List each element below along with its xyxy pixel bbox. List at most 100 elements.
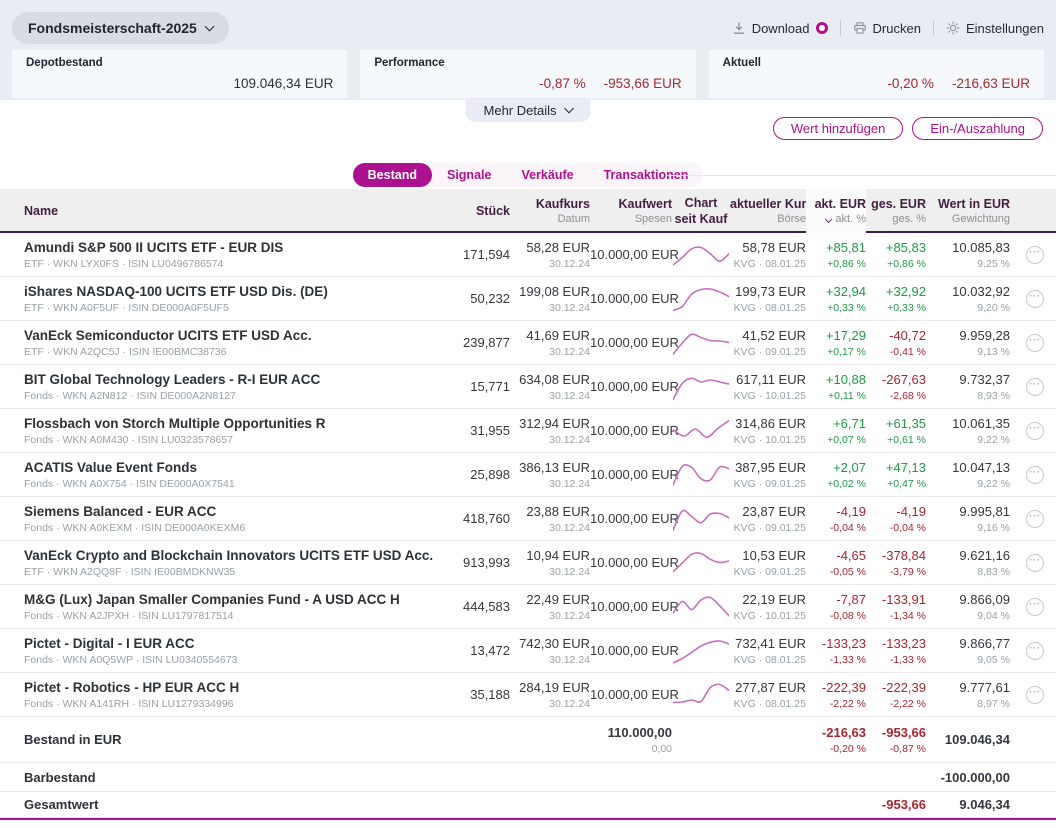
cell-ges-eur: -378,84 -3,79 % [866, 548, 926, 578]
cell-wert: 9.959,289,13 % [926, 328, 1010, 358]
column-header-kaufkurs[interactable]: KaufkursDatum [510, 197, 590, 225]
portfolio-selector[interactable]: Fondsmeisterschaft-2025 [12, 12, 229, 44]
column-header-name: Name [24, 204, 394, 218]
cell-kurs: 23,87 EURKVG · 09.01.25 [708, 504, 806, 534]
totals-row-gesamtwert: Gesamtwert -953,66 9.046,34 [0, 792, 1056, 818]
cell-ges-eur: +32,92 +0,33 % [866, 284, 926, 314]
tab-signale[interactable]: Signale [432, 163, 506, 187]
column-header-chart: Chartseit Kauf [672, 196, 730, 226]
fund-name-link[interactable]: BIT Global Technology Leaders - R-I EUR … [24, 372, 394, 387]
sort-descending-icon [825, 216, 832, 223]
cell-wert: 10.085,839,25 % [926, 240, 1010, 270]
fund-name-link[interactable]: Pictet - Robotics - HP EUR ACC H [24, 680, 394, 695]
fund-name-link[interactable]: VanEck Semiconductor UCITS ETF USD Acc. [24, 328, 394, 343]
cell-stueck: 31,955 [394, 423, 510, 438]
tab-transaktionen[interactable]: Transaktionen [589, 163, 704, 187]
tab-verkaeufe[interactable]: Verkäufe [506, 163, 588, 187]
gesamtwert-ges-eur: -953,66 [866, 797, 926, 812]
cell-akt-eur: -4,65 -0,05 % [806, 548, 866, 578]
column-header-wert[interactable]: Wert in EURGewichtung [926, 197, 1010, 225]
cell-ges-eur: -222,39 -2,22 % [866, 680, 926, 710]
gesamtwert-wert: 9.046,34 [926, 797, 1010, 812]
barbestand-label: Barbestand [24, 770, 394, 785]
table-row: M&G (Lux) Japan Smaller Companies Fund -… [0, 585, 1056, 629]
row-menu-button[interactable]: ··· [1026, 510, 1044, 528]
row-menu-button[interactable]: ··· [1026, 290, 1044, 308]
table-row: Flossbach von Storch Multiple Opportunit… [0, 409, 1056, 453]
performance-label: Performance [374, 57, 681, 69]
cell-stueck: 13,472 [394, 643, 510, 658]
summary-card-aktuell: Aktuell -0,20 % -216,63 EUR [709, 50, 1044, 98]
cell-wert: 9.866,779,05 % [926, 636, 1010, 666]
cell-kaufwert: 10.000,00 EUR [590, 291, 672, 306]
row-menu-button[interactable]: ··· [1026, 378, 1044, 396]
row-menu-button[interactable]: ··· [1026, 554, 1044, 572]
row-menu-button[interactable]: ··· [1026, 334, 1044, 352]
pay-in-out-button[interactable]: Ein-/Auszahlung [912, 117, 1043, 140]
cell-wert: 9.866,099,04 % [926, 592, 1010, 622]
fund-meta: Fonds · WKN A0X754 · ISIN DE000A0X7541 [24, 478, 394, 490]
cell-kaufkurs: 312,94 EUR30.12.24 [510, 416, 590, 446]
cell-kaufwert: 10.000,00 EUR [590, 511, 672, 526]
column-header-akt-eur-sorted[interactable]: akt. EUR akt. % [806, 189, 866, 233]
cell-kaufwert: 10.000,00 EUR [590, 555, 672, 570]
bestand-wert: 109.046,34 [926, 732, 1010, 747]
fund-name-link[interactable]: M&G (Lux) Japan Smaller Companies Fund -… [24, 592, 394, 607]
cell-ges-eur: -267,63 -2,68 % [866, 372, 926, 402]
download-button[interactable]: Download [732, 21, 828, 36]
performance-value: -953,66 EUR [604, 76, 682, 91]
row-menu-button[interactable]: ··· [1026, 642, 1044, 660]
cell-kaufkurs: 284,19 EUR30.12.24 [510, 680, 590, 710]
fund-name-link[interactable]: Flossbach von Storch Multiple Opportunit… [24, 416, 394, 431]
fund-name-link[interactable]: iShares NASDAQ-100 UCITS ETF USD Dis. (D… [24, 284, 394, 299]
cell-kaufwert: 10.000,00 EUR [590, 467, 672, 482]
fund-meta: ETF · WKN A0F5UF · ISIN DE000A0F5UF5 [24, 302, 394, 314]
fund-meta: Fonds · WKN A141RH · ISIN LU1279334996 [24, 698, 394, 710]
cell-akt-eur: -7,87 -0,08 % [806, 592, 866, 622]
cell-ges-eur: -133,23 -1,33 % [866, 636, 926, 666]
cell-stueck: 50,232 [394, 291, 510, 306]
row-menu-button[interactable]: ··· [1026, 466, 1044, 484]
row-menu-button[interactable]: ··· [1026, 246, 1044, 264]
cell-stueck: 25,898 [394, 467, 510, 482]
fund-name-link[interactable]: VanEck Crypto and Blockchain Innovators … [24, 548, 394, 563]
cell-kaufwert: 10.000,00 EUR [590, 687, 672, 702]
cell-kaufkurs: 23,88 EUR30.12.24 [510, 504, 590, 534]
row-menu-button[interactable]: ··· [1026, 598, 1044, 616]
fund-name-link[interactable]: ACATIS Value Event Fonds [24, 460, 394, 475]
cell-kaufwert: 10.000,00 EUR [590, 379, 672, 394]
column-header-stueck[interactable]: Stück [394, 204, 510, 218]
cell-kurs: 732,41 EURKVG · 08.01.25 [708, 636, 806, 666]
row-menu-button[interactable]: ··· [1026, 422, 1044, 440]
cell-wert: 9.777,618,97 % [926, 680, 1010, 710]
add-value-button[interactable]: Wert hinzufügen [773, 117, 903, 140]
column-header-kaufwert[interactable]: KaufwertSpesen [590, 197, 672, 225]
cell-wert: 9.995,819,16 % [926, 504, 1010, 534]
fund-name-link[interactable]: Amundi S&P 500 II UCITS ETF - EUR DIS [24, 240, 394, 255]
fund-meta: Fonds · WKN A0KEXM · ISIN DE000A0KEXM6 [24, 522, 394, 534]
column-header-ges-eur[interactable]: ges. EURges. % [866, 197, 926, 225]
summary-card-depotbestand: Depotbestand 109.046,34 EUR [12, 50, 347, 98]
cell-kurs: 22,19 EURKVG · 10.01.25 [708, 592, 806, 622]
row-menu-button[interactable]: ··· [1026, 686, 1044, 704]
fund-meta: Fonds · WKN A0Q5WP · ISIN LU0340554673 [24, 654, 394, 666]
more-details-label: Mehr Details [484, 103, 557, 118]
cell-akt-eur: +6,71 +0,07 % [806, 416, 866, 446]
print-button[interactable]: Drucken [853, 21, 921, 36]
column-header-kurs[interactable]: aktueller KursBörse [730, 197, 806, 225]
cell-stueck: 418,760 [394, 511, 510, 526]
settings-button[interactable]: Einstellungen [946, 21, 1044, 36]
cell-kurs: 41,52 EURKVG · 09.01.25 [708, 328, 806, 358]
cell-wert: 9.621,168,83 % [926, 548, 1010, 578]
print-label: Drucken [873, 21, 921, 36]
cell-kaufkurs: 199,08 EUR30.12.24 [510, 284, 590, 314]
portfolio-header: Fondsmeisterschaft-2025 Download Drucken… [0, 0, 1056, 100]
fund-name-link[interactable]: Pictet - Digital - I EUR ACC [24, 636, 394, 651]
cell-kurs: 10,53 EURKVG · 09.01.25 [708, 548, 806, 578]
tab-bestand[interactable]: Bestand [353, 163, 432, 187]
barbestand-wert: -100.000,00 [926, 770, 1010, 785]
more-details-button[interactable]: Mehr Details [466, 100, 591, 122]
cell-ges-eur: +85,83 +0,86 % [866, 240, 926, 270]
fund-name-link[interactable]: Siemens Balanced - EUR ACC [24, 504, 394, 519]
cell-kaufkurs: 58,28 EUR30.12.24 [510, 240, 590, 270]
